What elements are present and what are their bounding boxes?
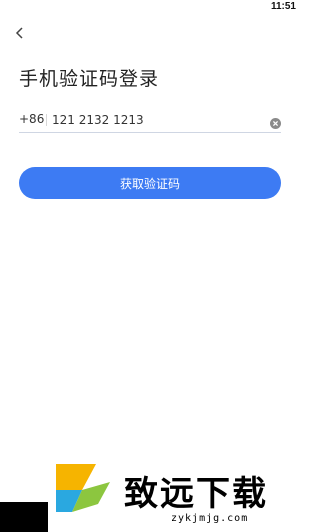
back-arrow-icon bbox=[15, 27, 23, 39]
watermark: 致远下载 zykjmjg.com bbox=[0, 452, 300, 532]
brand-url: zykjmjg.com bbox=[171, 513, 249, 524]
page-title: 手机验证码登录 bbox=[19, 68, 160, 90]
brand-name: 致远下载 bbox=[124, 474, 268, 514]
back-button[interactable] bbox=[12, 25, 28, 41]
get-code-button[interactable]: 获取验证码 bbox=[19, 167, 281, 199]
divider bbox=[46, 114, 47, 126]
country-code[interactable]: +86 bbox=[19, 112, 44, 126]
status-time: 11:51 bbox=[270, 1, 296, 12]
clear-icon bbox=[270, 118, 281, 129]
status-bar: 11:51 bbox=[0, 0, 300, 14]
clear-button[interactable] bbox=[270, 114, 281, 129]
black-block bbox=[0, 502, 48, 532]
phone-field: +86 bbox=[19, 110, 281, 133]
phone-input[interactable] bbox=[52, 110, 252, 130]
brand-logo-icon bbox=[56, 464, 110, 512]
